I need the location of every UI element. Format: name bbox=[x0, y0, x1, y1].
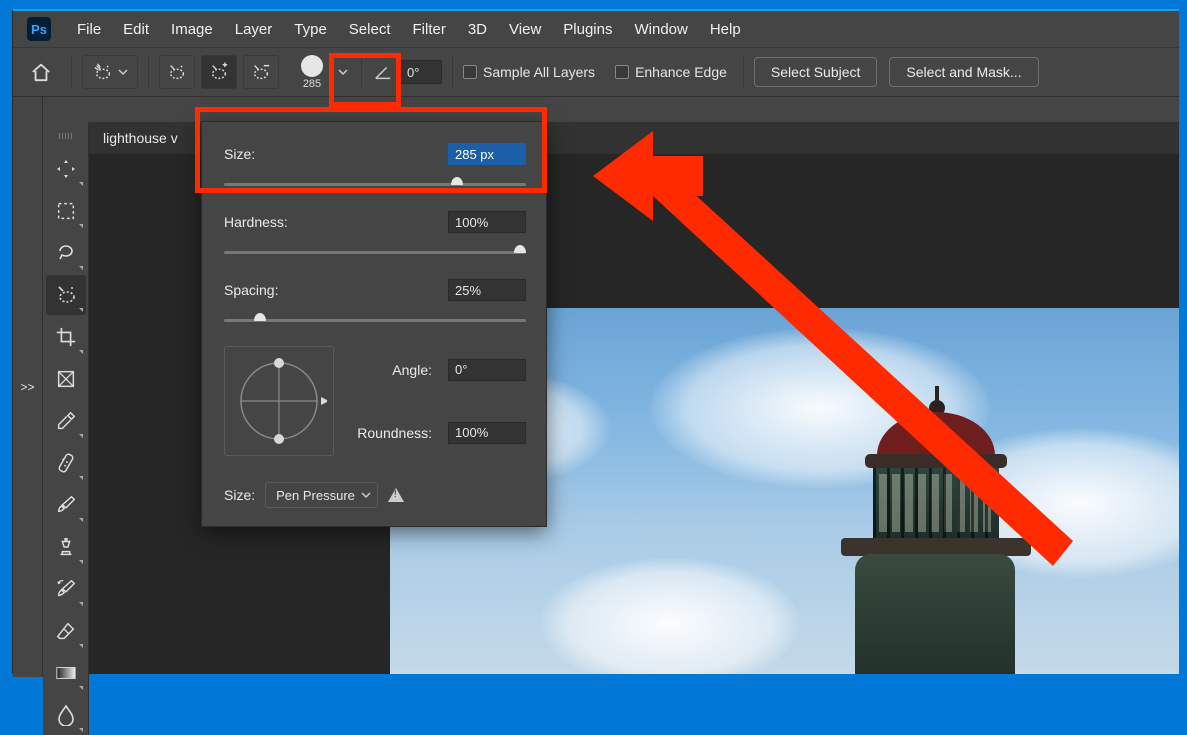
menu-window[interactable]: Window bbox=[624, 15, 697, 44]
crop-tool[interactable] bbox=[46, 317, 86, 357]
lighthouse-shape bbox=[829, 389, 1041, 674]
app-window: Ps File Edit Image Layer Type Select Fil… bbox=[12, 9, 1179, 674]
menu-help[interactable]: Help bbox=[700, 15, 751, 44]
sample-all-layers-label: Sample All Layers bbox=[483, 64, 595, 80]
brush-size-dynamics-value: Pen Pressure bbox=[276, 488, 355, 503]
chevron-down-icon bbox=[338, 67, 348, 77]
separator bbox=[452, 55, 453, 89]
chevron-down-icon bbox=[118, 67, 128, 77]
menu-bar: Ps File Edit Image Layer Type Select Fil… bbox=[13, 11, 1179, 47]
separator bbox=[148, 55, 149, 89]
options-bar: 285 0° Sample All Layers Enhance Edge Se… bbox=[13, 47, 1179, 97]
menu-3d[interactable]: 3D bbox=[458, 15, 497, 44]
brush-hardness-field[interactable]: 100% bbox=[448, 211, 526, 233]
slider-thumb-icon bbox=[450, 176, 464, 190]
menu-view[interactable]: View bbox=[499, 15, 551, 44]
separator bbox=[71, 55, 72, 89]
healing-brush-tool[interactable] bbox=[46, 443, 86, 483]
new-selection-button[interactable] bbox=[159, 55, 195, 89]
cloud-shape bbox=[540, 558, 800, 674]
quick-select-icon bbox=[92, 62, 114, 82]
brush-roundness-label: Roundness: bbox=[350, 425, 432, 441]
brush-spacing-field[interactable]: 25% bbox=[448, 279, 526, 301]
brush-size-dynamics-dropdown[interactable]: Pen Pressure bbox=[265, 482, 378, 508]
brush-size-dynamics-label: Size: bbox=[224, 487, 255, 503]
clone-stamp-tool[interactable] bbox=[46, 527, 86, 567]
brush-angle-field[interactable]: 0° bbox=[448, 359, 526, 381]
brush-size-slider[interactable] bbox=[224, 172, 526, 196]
menu-plugins[interactable]: Plugins bbox=[553, 15, 622, 44]
brush-angle-label: Angle: bbox=[350, 362, 432, 378]
brush-settings-popup: Size: 285 px Hardness: 100% Spacing: 25% bbox=[201, 121, 547, 527]
brush-preview: 285 bbox=[289, 54, 335, 90]
history-brush-tool[interactable] bbox=[46, 569, 86, 609]
blur-tool[interactable] bbox=[46, 695, 86, 735]
warning-icon bbox=[388, 488, 404, 502]
toolbox bbox=[43, 123, 89, 735]
sample-all-layers-checkbox[interactable] bbox=[463, 65, 477, 79]
menu-layer[interactable]: Layer bbox=[225, 15, 283, 44]
eyedropper-tool[interactable] bbox=[46, 401, 86, 441]
brush-preset-dropdown[interactable] bbox=[335, 54, 351, 90]
chevron-down-icon bbox=[361, 490, 371, 500]
brush-angle-field[interactable]: 0° bbox=[400, 60, 442, 84]
menu-select[interactable]: Select bbox=[339, 15, 401, 44]
subtract-from-selection-button[interactable] bbox=[243, 55, 279, 89]
angle-icon bbox=[372, 62, 394, 82]
brush-hardness-slider[interactable] bbox=[224, 240, 526, 264]
enhance-edge-checkbox[interactable] bbox=[615, 65, 629, 79]
brush-hardness-label: Hardness: bbox=[224, 214, 448, 230]
menu-type[interactable]: Type bbox=[284, 15, 337, 44]
select-subject-button[interactable]: Select Subject bbox=[754, 57, 878, 87]
lasso-tool[interactable] bbox=[46, 233, 86, 273]
brush-roundness-field[interactable]: 100% bbox=[448, 422, 526, 444]
brush-angle-control[interactable] bbox=[224, 346, 334, 456]
add-to-selection-button[interactable] bbox=[201, 55, 237, 89]
menu-edit[interactable]: Edit bbox=[113, 15, 159, 44]
enhance-edge-label: Enhance Edge bbox=[635, 64, 727, 80]
brush-preset-picker[interactable]: 285 bbox=[289, 54, 351, 90]
brush-spacing-label: Spacing: bbox=[224, 282, 448, 298]
menu-image[interactable]: Image bbox=[161, 15, 223, 44]
frame-tool[interactable] bbox=[46, 359, 86, 399]
brush-tip-icon bbox=[301, 55, 323, 77]
select-and-mask-button[interactable]: Select and Mask... bbox=[889, 57, 1038, 87]
panel-collapse-strip[interactable]: >> bbox=[13, 97, 43, 677]
brush-size-label: Size: bbox=[224, 146, 448, 162]
brush-size-preview-label: 285 bbox=[303, 78, 321, 90]
separator bbox=[361, 55, 362, 89]
quick-selection-tool[interactable] bbox=[46, 275, 86, 315]
separator bbox=[743, 55, 744, 89]
brush-tool[interactable] bbox=[46, 485, 86, 525]
tool-preset-picker[interactable] bbox=[82, 55, 138, 89]
menu-file[interactable]: File bbox=[67, 15, 111, 44]
slider-thumb-icon bbox=[513, 244, 527, 258]
marquee-tool[interactable] bbox=[46, 191, 86, 231]
slider-thumb-icon bbox=[253, 312, 267, 326]
move-tool[interactable] bbox=[46, 149, 86, 189]
brush-size-field[interactable]: 285 px bbox=[448, 143, 526, 165]
brush-spacing-slider[interactable] bbox=[224, 308, 526, 332]
home-button[interactable] bbox=[21, 55, 61, 89]
document-tab[interactable]: lighthouse v bbox=[103, 130, 178, 146]
gradient-tool[interactable] bbox=[46, 653, 86, 693]
eraser-tool[interactable] bbox=[46, 611, 86, 651]
app-logo[interactable]: Ps bbox=[27, 17, 51, 41]
menu-filter[interactable]: Filter bbox=[403, 15, 456, 44]
